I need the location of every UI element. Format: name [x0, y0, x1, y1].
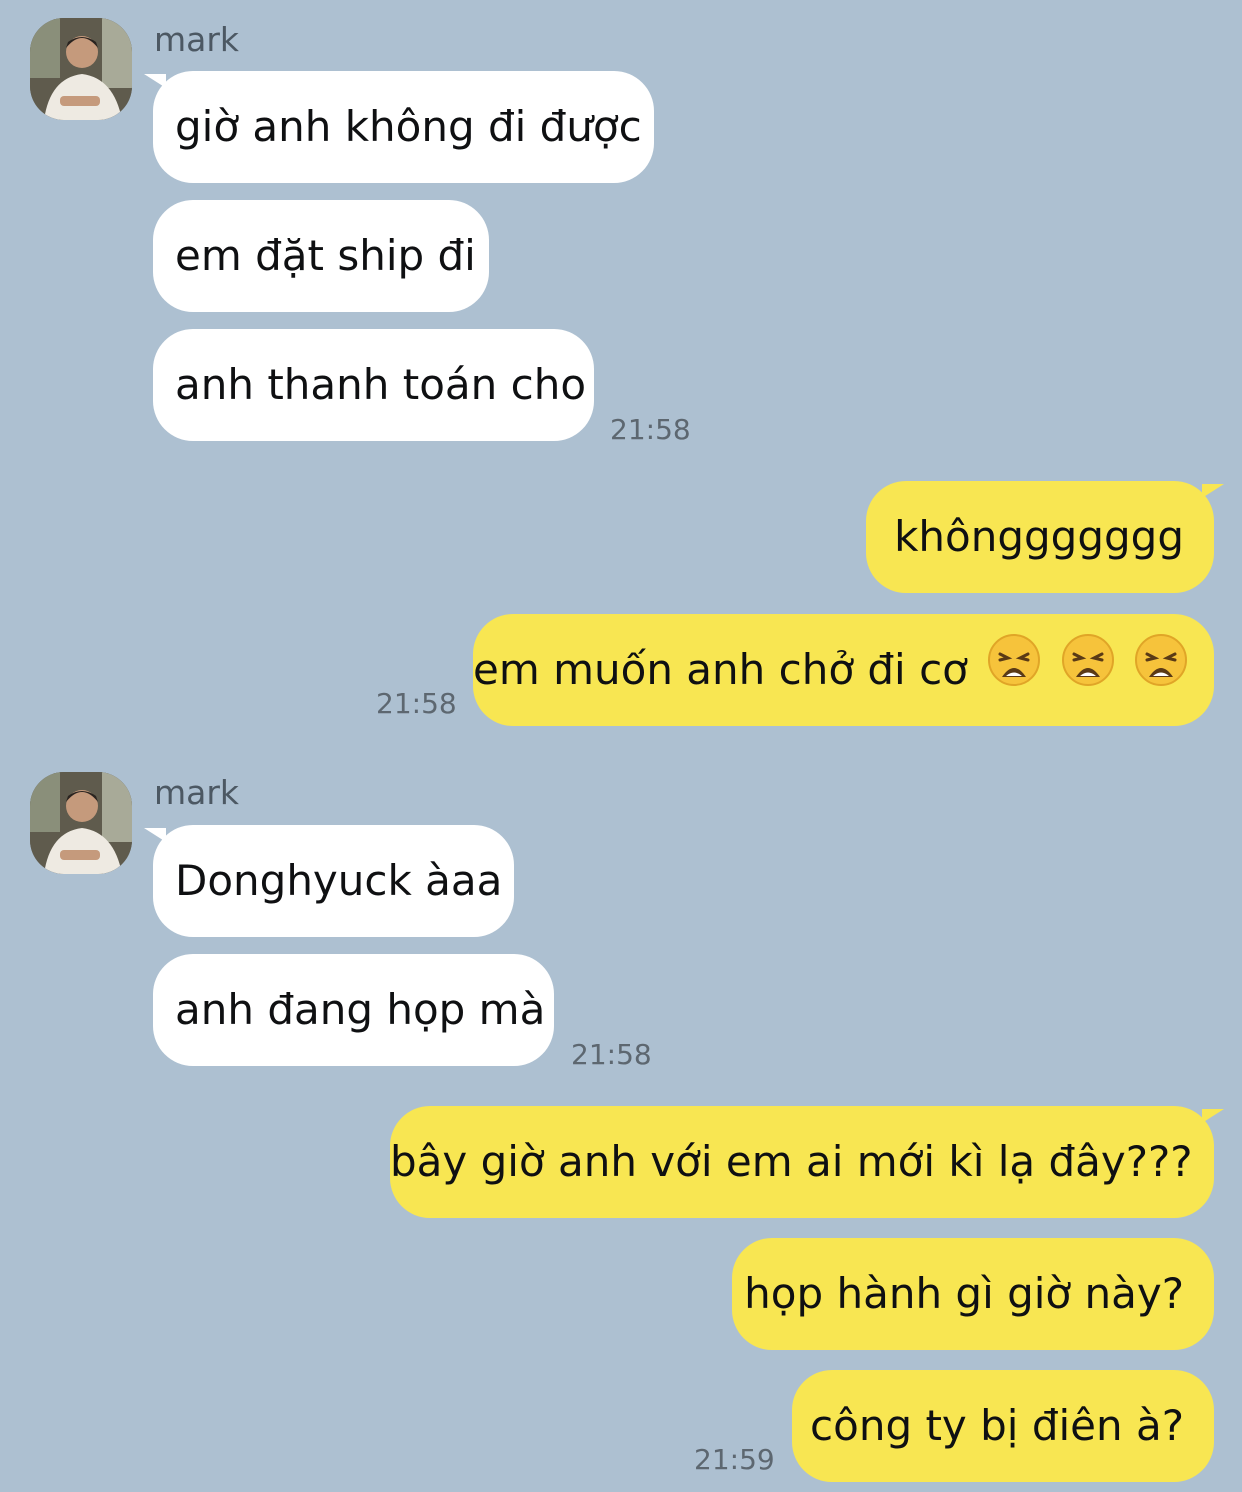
sender-name: mark [154, 20, 240, 59]
message-bubble-incoming[interactable]: anh đang họp mà [153, 954, 554, 1066]
message-bubble-incoming[interactable]: em đặt ship đi [153, 200, 489, 312]
message-bubble-outgoing[interactable]: công ty bị điên à? [792, 1370, 1214, 1482]
message-bubble-outgoing[interactable]: họp hành gì giờ này? [732, 1238, 1214, 1350]
message-bubble-incoming[interactable]: anh thanh toán cho [153, 329, 594, 441]
message-timestamp: 21:59 [694, 1443, 775, 1476]
weary-face-icon [987, 617, 1041, 727]
avatar[interactable] [30, 18, 132, 120]
avatar[interactable] [30, 772, 132, 874]
weary-face-icon [1061, 617, 1115, 727]
message-bubble-outgoing[interactable]: bây giờ anh với em ai mới kì lạ đây??? [390, 1106, 1214, 1218]
message-bubble-outgoing[interactable]: em muốn anh chở đi cơ [473, 614, 1214, 726]
message-bubble-incoming[interactable]: giờ anh không đi được [153, 71, 654, 183]
sender-name: mark [154, 773, 240, 812]
chat-thread[interactable]: mark giờ anh không đi được em đặt ship đ… [0, 0, 1242, 1492]
weary-face-icon [1134, 617, 1188, 727]
message-timestamp: 21:58 [610, 413, 691, 446]
message-bubble-outgoing[interactable]: khônggggggg [866, 481, 1214, 593]
message-timestamp: 21:58 [376, 687, 457, 720]
message-timestamp: 21:58 [571, 1038, 652, 1071]
message-text: em muốn anh chở đi cơ [473, 645, 968, 694]
message-bubble-incoming[interactable]: Donghyuck àaa [153, 825, 514, 937]
